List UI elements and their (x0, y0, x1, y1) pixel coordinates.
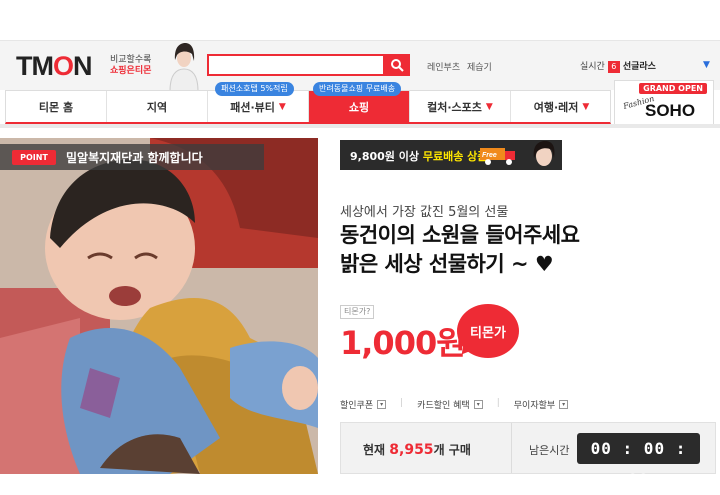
svg-text:Free: Free (482, 152, 497, 159)
payment-options: 할인쿠폰 ▾ | 카드할인 혜택 ▾ | 무이자할부 ▾ (340, 398, 582, 411)
separator: | (496, 398, 500, 408)
point-text: 밀알복지재단과 함께합니다 (66, 150, 203, 165)
deal-title-line1: 동건이의 소원을 들어주세요 (340, 223, 580, 247)
slogan-line1: 비교할수록 (110, 55, 152, 65)
dropdown-icon: ▾ (377, 400, 387, 409)
main-nav: 티몬 홈 지역 패션·뷰티 ▼ 쇼핑 컬처·스포츠 ▼ 여행·레저 ▼ (5, 90, 611, 124)
point-bar: POINT 밀알복지재단과 함께합니다 (0, 144, 264, 170)
model-photo (160, 41, 206, 91)
nav-item-culture[interactable]: 컬처·스포츠 ▼ (410, 91, 511, 122)
deal-photo (0, 138, 318, 474)
hot-keyword-link[interactable]: 제습기 (467, 60, 492, 73)
dropdown-icon: ▾ (559, 400, 569, 409)
deal-title: 동건이의 소원을 들어주세요 밝은 세상 선물하기 ~ ♥ (340, 221, 580, 279)
search-button[interactable] (384, 54, 410, 76)
dropdown-icon: ▾ (473, 400, 483, 409)
caret-down-icon: ▼ (582, 101, 590, 112)
top-whitespace (0, 0, 720, 40)
status-divider (511, 423, 512, 473)
point-tag: POINT (12, 149, 56, 165)
deal-subtitle: 세상에서 가장 값진 5월의 선물 (340, 205, 509, 220)
free-shipping-text: 9,800원 이상 무료배송 상품 (350, 150, 488, 163)
nav-promo-badge: 패션소호탭 5%적립 (215, 82, 294, 96)
model-face (526, 140, 562, 170)
soho-banner[interactable]: GRAND OPEN Fashion SOHO (614, 80, 714, 125)
countdown-timer: 00 : 00 : 00 (577, 433, 700, 489)
rank-badge: 6 (607, 61, 620, 73)
hot-keyword-link[interactable]: 레인부츠 (427, 60, 460, 73)
nav-item-local[interactable]: 지역 (107, 91, 208, 122)
caret-down-icon: ▼ (278, 101, 286, 112)
realtime-keyword[interactable]: 실시간 6 선글라스 (580, 59, 656, 73)
tmon-price-bubble: 티몬가 (457, 304, 519, 358)
deal-title-line2: 밝은 세상 선물하기 ~ ♥ (340, 252, 554, 276)
search-icon (391, 59, 404, 72)
deal-status: 현재 8,955개 구매 남은시간 00 : 00 : 00 (340, 422, 716, 489)
purchase-count: 현재 8,955개 구매 (363, 442, 471, 458)
nav-promo-badge: 반려동물쇼핑 무료배송 (313, 82, 402, 96)
nav-item-home[interactable]: 티몬 홈 (6, 91, 107, 122)
deal-price: 1,000원 (340, 324, 466, 362)
grand-open-badge: GRAND OPEN (639, 83, 707, 94)
soho-word: SOHO (645, 101, 696, 120)
option-card-discount[interactable]: 카드할인 혜택 ▾ (417, 398, 483, 411)
truck-icon: Free (480, 148, 515, 165)
option-installment[interactable]: 무이자할부 ▾ (514, 398, 569, 411)
free-shipping-banner[interactable]: 9,800원 이상 무료배송 상품 Free (340, 140, 562, 170)
caret-down-icon: ▼ (485, 101, 493, 112)
search-input[interactable] (207, 54, 385, 76)
option-coupon[interactable]: 할인쿠폰 ▾ (340, 398, 387, 411)
tmon-logo[interactable]: TMON (16, 51, 92, 82)
expand-arrow-icon[interactable]: ▼ (703, 60, 710, 70)
separator: | (400, 398, 404, 408)
nav-item-travel[interactable]: 여행·레저 ▼ (511, 91, 612, 122)
nav-divider (0, 124, 720, 128)
slogan: 비교할수록 쇼핑은티몬 (110, 55, 151, 77)
time-left-label: 남은시간 (529, 444, 570, 457)
slogan-line2: 쇼핑은티몬 (110, 66, 152, 76)
price-label[interactable]: 티몬가? (340, 305, 375, 319)
